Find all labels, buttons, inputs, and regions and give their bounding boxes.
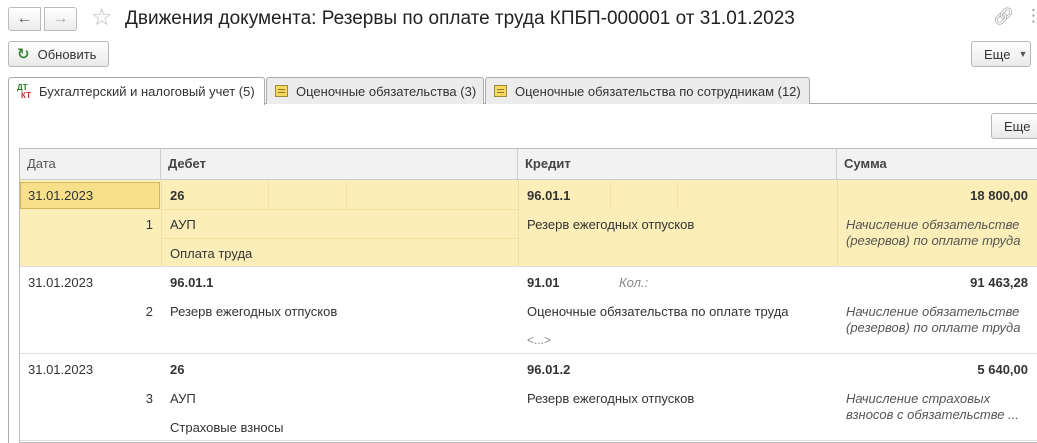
row-date: 31.01.2023 [28,188,94,203]
column-divider [518,180,519,267]
debit-subconto-2: Страховые взносы [170,420,284,435]
refresh-icon: ↻ [17,46,30,63]
link-icon[interactable]: 🔗︎ [993,7,1015,27]
window-title: Движения документа: Резервы по оплате тр… [125,8,795,29]
row-number: 3 [145,391,153,406]
register-icon [275,85,288,97]
cell-divider [610,182,611,209]
more-button[interactable]: Еще ▼ [971,41,1031,67]
table-row[interactable]: 31.01.2023 1 26 АУП Оплата труда 96.01.1… [20,180,1037,267]
credit-account: 96.01.1 [527,188,571,203]
title-bar: ← → ☆ Движения документа: Резервы по опл… [0,0,1037,38]
arrow-right-icon: → [52,10,69,27]
debit-subconto-1: Резерв ежегодных отпусков [170,304,338,319]
tab-label: Оценочные обязательства по сотрудникам (… [515,83,801,99]
column-header-date[interactable]: Дата [20,149,161,179]
more-vertical-icon[interactable]: ⋮ [1025,7,1037,25]
debit-subconto-2: Оплата труда [170,246,253,261]
credit-account: 96.01.2 [527,362,571,377]
row-date: 31.01.2023 [28,275,94,290]
row-date: 31.01.2023 [28,362,94,377]
row-content-line-1: Начисление страховых [846,391,991,406]
cell-divider [677,182,678,209]
row-content-line-2: (резервов) по оплате труда [846,320,1021,335]
caret-down-icon: ▼ [1018,49,1028,59]
row-number: 1 [145,217,153,232]
back-button[interactable]: ← [8,7,41,31]
cell-divider [268,182,269,209]
debit-account: 26 [170,362,185,377]
tab-panel-border [8,104,9,443]
credit-subconto-2: <...> [527,333,552,347]
cell-divider [346,182,347,209]
register-icon [494,85,507,97]
column-divider [837,180,838,267]
column-divider [161,180,162,267]
column-header-credit[interactable]: Кредит [518,149,837,179]
favorite-star-icon[interactable]: ☆ [91,5,113,31]
register-tabs: ДТ КТ Бухгалтерский и налоговый учет (5) … [8,77,1037,105]
row-amount: 5 640,00 [977,362,1028,377]
more-label: Еще [984,46,1011,62]
table-row[interactable]: 31.01.2023 2 96.01.1 Резерв ежегодных от… [20,267,1037,354]
grid-more-button[interactable]: Еще [991,113,1037,139]
credit-quantity-label: Кол.: [619,275,649,290]
row-divider [161,209,518,210]
debit-subconto-1: АУП [170,217,196,232]
column-header-debit[interactable]: Дебет [161,149,518,179]
table-header: Дата Дебет Кредит Сумма [20,149,1037,180]
refresh-label: Обновить [37,46,97,62]
refresh-button[interactable]: ↻ Обновить [8,41,109,67]
tab-label: Оценочные обязательства (3) [296,83,477,99]
credit-subconto-1: Оценочные обязательства по оплате труда [527,304,789,319]
table-row[interactable]: 31.01.2023 3 26 АУП Страховые взносы 96.… [20,354,1037,441]
debit-account: 26 [170,188,185,203]
tab-estimated-liabilities-employees[interactable]: Оценочные обязательства по сотрудникам (… [485,77,810,104]
row-content-line-2: (резервов) по оплате труда [846,233,1021,248]
row-content-line-1: Начисление обязательстве [846,304,1020,319]
row-content-line-1: Начисление обязательстве [846,217,1020,232]
row-amount: 18 800,00 [970,188,1028,203]
credit-subconto-1: Резерв ежегодных отпусков [527,391,695,406]
row-number: 2 [145,304,153,319]
row-amount: 91 463,28 [970,275,1028,290]
debit-subconto-1: АУП [170,391,196,406]
credit-subconto-1: Резерв ежегодных отпусков [527,217,695,232]
column-header-sum[interactable]: Сумма [837,149,1037,179]
tab-estimated-liabilities[interactable]: Оценочные обязательства (3) [266,77,484,104]
credit-account: 91.01 [527,275,560,290]
row-divider [161,238,518,239]
more-label: Еще [1004,118,1031,134]
forward-button[interactable]: → [44,7,77,31]
row-content-line-2: взносов с обязательстве ... [846,407,1019,422]
tab-accounting[interactable]: ДТ КТ Бухгалтерский и налоговый учет (5) [8,77,265,105]
debit-account: 96.01.1 [170,275,214,290]
arrow-left-icon: ← [16,10,33,27]
tab-label: Бухгалтерский и налоговый учет (5) [38,84,255,99]
dt-kt-icon: ДТ КТ [17,82,31,100]
movements-table[interactable]: Дата Дебет Кредит Сумма 31.01.2023 1 26 … [19,148,1037,443]
